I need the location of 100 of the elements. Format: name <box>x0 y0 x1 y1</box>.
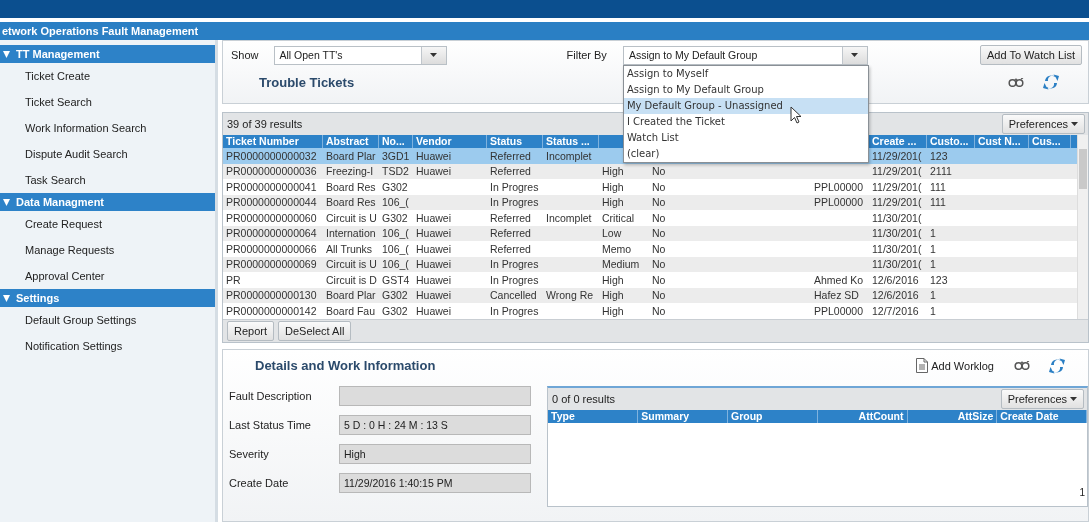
table-cell-text: No <box>651 289 667 302</box>
read-only-field[interactable] <box>339 385 531 406</box>
sidebar-item[interactable]: Default Group Settings <box>0 307 215 333</box>
table-cell-text: 11/30/201( <box>871 258 923 271</box>
field-label: Severity <box>228 447 270 460</box>
table-cell-text: Referred <box>489 211 532 224</box>
table-cell-text: High <box>601 196 625 209</box>
table-cell-text: No <box>651 180 667 193</box>
table-cell-text: Huawei <box>415 211 453 224</box>
table-cell-text: 12/7/2016 <box>871 304 920 317</box>
table-cell-text: Memo <box>601 242 633 255</box>
refresh-button[interactable] <box>1048 356 1066 375</box>
table-cell-text: In Progres <box>489 258 540 271</box>
table-cell-text: In Progres <box>489 180 540 193</box>
table-cell-text: PR <box>225 273 242 286</box>
table-cell-text: 123 <box>929 149 949 162</box>
table-cell-text: G302 <box>381 211 409 224</box>
binoculars-icon <box>1014 361 1030 370</box>
table-cell-text: No <box>651 258 667 271</box>
table-cell-text: PR0000000000060 <box>225 211 318 224</box>
filter-by-label: Filter By <box>566 49 607 61</box>
table-cell-text: Referred <box>489 165 532 178</box>
table-cell-text: 123 <box>929 273 949 286</box>
table-cell-text: 1 <box>929 304 937 317</box>
table-cell-text: 111 <box>929 196 947 209</box>
table-cell-text: 11/29/201( <box>871 196 923 209</box>
table-cell-text: 12/6/2016 <box>871 289 920 302</box>
table-cell-text: 11/29/201( <box>871 165 923 178</box>
table-cell-text: All Trunks <box>325 242 374 255</box>
sidebar-item[interactable]: Ticket Create <box>0 63 215 89</box>
table-cell-text: Freezing-I <box>325 165 375 178</box>
table-cell-text: Wrong Re <box>545 289 595 302</box>
refresh-icon <box>1048 356 1066 375</box>
read-only-field[interactable]: High <box>339 443 531 464</box>
triangle-icon <box>3 198 10 206</box>
results-count: 0 of 0 results <box>552 392 615 405</box>
sidebar-item[interactable]: Ticket Search <box>0 89 215 115</box>
table-cell-text: PR0000000000142 <box>225 304 318 317</box>
show-label: Show <box>231 49 259 61</box>
preferences-button[interactable]: Preferences <box>1001 114 1085 134</box>
table-cell-text: High <box>601 165 625 178</box>
table-cell-text: Critical <box>601 211 636 224</box>
table-cell-text: Hafez SD <box>813 289 860 302</box>
sidebar-section-header[interactable]: TT Management <box>0 45 215 63</box>
table-cell-text: PR0000000000064 <box>225 227 318 240</box>
table-cell-text: Huawei <box>415 165 453 178</box>
table-cell-text: 11/29/201( <box>871 180 923 193</box>
table-cell-text: Huawei <box>415 242 453 255</box>
table-cell-text: Huawei <box>415 304 453 317</box>
table-cell-text: 106_( <box>381 196 410 209</box>
table-cell-text: High <box>601 304 625 317</box>
caret-icon <box>851 53 859 57</box>
table-cell-text: No <box>651 211 667 224</box>
sidebar-item[interactable]: Manage Requests <box>0 237 215 263</box>
sidebar-item[interactable]: Dispute Audit Search <box>0 141 215 167</box>
sidebar-item[interactable]: Task Search <box>0 167 215 193</box>
sidebar-item[interactable]: Create Request <box>0 211 215 237</box>
scrollbar[interactable] <box>1077 135 1088 319</box>
document-icon <box>916 358 929 373</box>
sidebar-item[interactable]: Approval Center <box>0 263 215 289</box>
sidebar-item[interactable]: Notification Settings <box>0 333 215 359</box>
read-only-field[interactable]: 5 D : 0 H : 24 M : 13 S <box>339 414 531 435</box>
read-only-field[interactable]: 11/29/2016 1:40:15 PM <box>339 472 531 493</box>
binoculars-button[interactable] <box>1014 361 1030 370</box>
table-cell-text: PPL00000 <box>813 196 865 209</box>
table-cell-text: No <box>651 304 667 317</box>
deselect-all-button[interactable]: DeSelect All <box>278 320 352 341</box>
menu-item[interactable]: Assign to Myself <box>623 65 868 82</box>
table-cell-text: 106_( <box>381 242 410 255</box>
table-cell-text: In Progres <box>489 196 540 209</box>
table-cell-text: 11/30/201( <box>871 211 923 224</box>
report-button[interactable]: Report <box>227 320 275 341</box>
sidebar-item[interactable]: Work Information Search <box>0 115 215 141</box>
panel-title: Details and Work Information <box>255 358 436 373</box>
table-cell-text: In Progres <box>489 304 540 317</box>
show-dropdown[interactable]: All Open TT's <box>273 45 447 65</box>
table-cell-text: Circuit is D <box>325 273 378 286</box>
table-cell-text: 1 <box>929 289 937 302</box>
preferences-button[interactable]: Preferences <box>1000 388 1084 409</box>
refresh-button[interactable] <box>1042 73 1060 91</box>
table-cell-text: Referred <box>489 227 532 240</box>
sidebar-section-header[interactable]: Data Managment <box>0 193 215 211</box>
add-worklog-button[interactable]: Add Worklog <box>910 355 1000 376</box>
table-cell-text: No <box>651 227 667 240</box>
sidebar-section-header[interactable]: Settings <box>0 289 215 307</box>
app-title: etwork Operations Fault Management <box>0 22 1089 40</box>
table-cell-text: TSD2 <box>381 165 410 178</box>
table-cell-text: PR0000000000066 <box>225 242 318 255</box>
table-cell-text: Huawei <box>415 149 453 162</box>
table-cell-text: Huawei <box>415 289 453 302</box>
table-cell-text: 111 <box>929 180 947 193</box>
table-cell-text: 12/6/2016 <box>871 273 920 286</box>
table-cell-text: PR0000000000069 <box>225 258 318 271</box>
add-to-watch-list-button[interactable]: Add To Watch List <box>979 45 1082 65</box>
table-cell-text: Low <box>601 227 623 240</box>
table-cell-text: PPL00000 <box>813 180 865 193</box>
binoculars-button[interactable] <box>1008 77 1024 87</box>
table-cell-text: Board Res <box>325 180 377 193</box>
table-cell-text: Medium <box>601 258 641 271</box>
table-cell-text: Incomplet <box>545 211 593 224</box>
